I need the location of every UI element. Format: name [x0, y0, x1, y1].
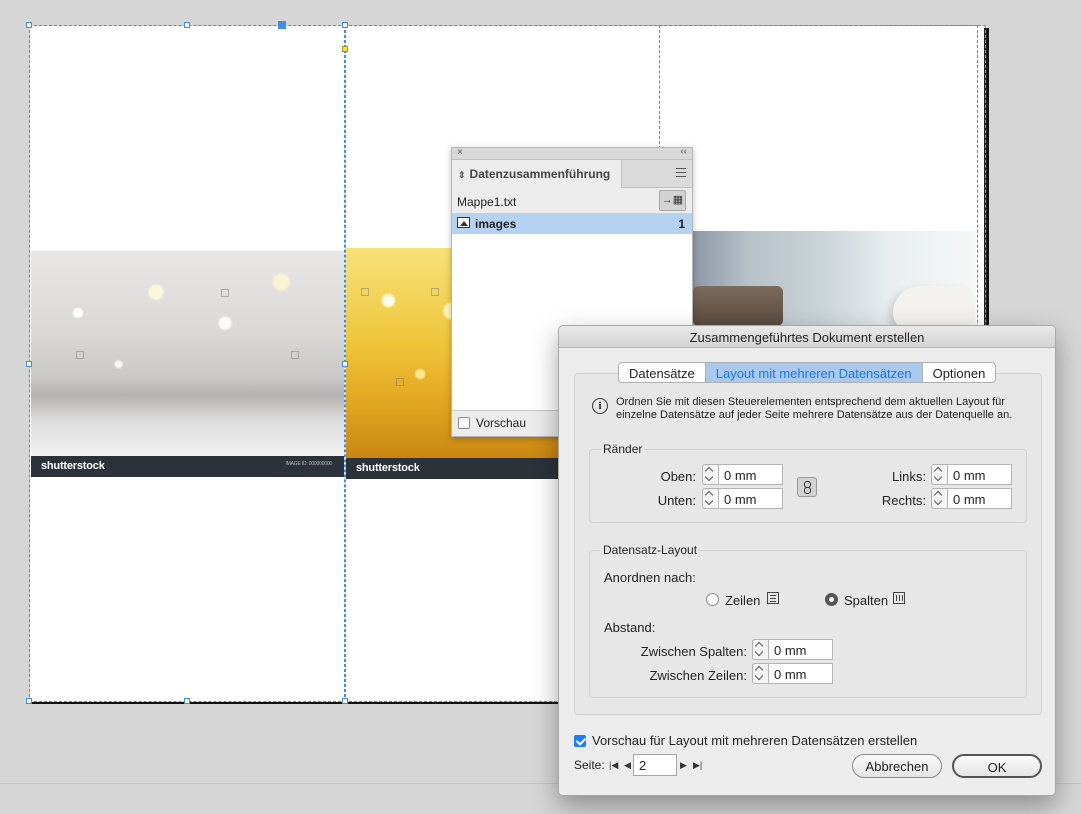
data-source-filename: Mappe1.txt: [457, 195, 517, 209]
margin-left-field[interactable]: 0 mm: [931, 464, 1012, 485]
between-columns-field[interactable]: 0 mm: [752, 639, 833, 660]
between-rows-input[interactable]: 0 mm: [768, 663, 833, 684]
between-columns-label: Zwischen Spalten:: [640, 644, 747, 659]
image-field-icon: [457, 217, 470, 228]
page-label: Seite:: [574, 758, 605, 772]
between-rows-field[interactable]: 0 mm: [752, 663, 833, 684]
columns-icon: [893, 592, 905, 604]
dialog-tabs: Datensätze Layout mit mehreren Datensätz…: [618, 362, 997, 383]
page-number-input[interactable]: 2: [633, 754, 677, 776]
margin-left-input[interactable]: 0 mm: [947, 464, 1012, 485]
arrange-columns-label: Spalten: [844, 593, 889, 608]
tab-records[interactable]: Datensätze: [619, 363, 706, 382]
tab-options[interactable]: Optionen: [923, 363, 996, 382]
arrange-rows-label: Zeilen: [725, 593, 761, 608]
text-frame-left[interactable]: [29, 25, 346, 702]
stepper-arrows-icon[interactable]: [702, 488, 718, 509]
panel-title: Datenzusammenführung: [469, 167, 611, 181]
tab-multiple-record-layout[interactable]: Layout mit mehreren Datensätzen: [705, 363, 923, 382]
multi-record-preview-checkbox[interactable]: [574, 735, 586, 747]
stepper-arrows-icon[interactable]: [752, 639, 768, 660]
margin-bottom-input[interactable]: 0 mm: [718, 488, 783, 509]
close-icon[interactable]: ×: [457, 147, 463, 158]
arrange-columns-radio[interactable]: [825, 593, 838, 606]
resize-handle[interactable]: [26, 22, 32, 28]
resize-handle[interactable]: [184, 22, 190, 28]
resize-handle[interactable]: [342, 698, 348, 704]
merge-target-icon: →▦: [661, 194, 684, 206]
stepper-arrows-icon[interactable]: [931, 464, 947, 485]
field-name: images: [475, 217, 517, 231]
field-count: 1: [678, 217, 685, 231]
preview-label: Vorschau: [476, 416, 527, 430]
last-page-icon[interactable]: ▶|: [693, 760, 702, 771]
cancel-button[interactable]: Abbrechen: [852, 754, 942, 778]
first-page-icon[interactable]: |◀: [609, 760, 618, 771]
margin-top-label: Oben:: [660, 469, 696, 484]
arrange-by-label: Anordnen nach:: [604, 570, 696, 585]
multi-record-preview-label: Vorschau für Layout mit mehreren Datensä…: [592, 733, 918, 748]
stepper-arrows-icon[interactable]: [931, 488, 947, 509]
margin-right-input[interactable]: 0 mm: [947, 488, 1012, 509]
margin-bottom-label: Unten:: [657, 493, 696, 508]
create-merged-document-button[interactable]: →▦: [659, 190, 686, 211]
resize-handle[interactable]: [184, 698, 190, 704]
panel-titlebar: × ‹‹: [452, 146, 692, 160]
between-columns-input[interactable]: 0 mm: [768, 639, 833, 660]
frame-out-port[interactable]: [342, 46, 348, 52]
create-merged-document-dialog: Zusammengeführtes Dokument erstellen Dat…: [558, 325, 1056, 796]
rows-icon: [767, 592, 779, 604]
field-row-images[interactable]: images 1: [452, 213, 692, 234]
preview-checkbox[interactable]: [458, 417, 470, 429]
margin-left-label: Links:: [892, 469, 926, 484]
panel-menu-icon[interactable]: [676, 168, 686, 177]
chevron-updown-icon: ⇕: [458, 170, 466, 180]
stepper-arrows-icon[interactable]: [702, 464, 718, 485]
info-text: Ordnen Sie mit diesen Steuerelementen en…: [616, 396, 1013, 421]
record-layout-group-title: Datensatz-Layout: [601, 543, 700, 557]
margin-bottom-field[interactable]: 0 mm: [702, 488, 783, 509]
margin-right-field[interactable]: 0 mm: [931, 488, 1012, 509]
margin-top-field[interactable]: 0 mm: [702, 464, 783, 485]
ok-button[interactable]: OK: [952, 754, 1042, 778]
collapse-icon[interactable]: ‹‹: [680, 146, 687, 157]
resize-handle[interactable]: [342, 22, 348, 28]
data-source-row: Mappe1.txt →▦: [452, 188, 692, 213]
resize-handle[interactable]: [342, 361, 348, 367]
resize-handle[interactable]: [26, 698, 32, 704]
resize-handle[interactable]: [278, 21, 286, 29]
info-icon: i: [592, 398, 608, 414]
arrange-rows-radio[interactable]: [706, 593, 719, 606]
dialog-title: Zusammengeführtes Dokument erstellen: [559, 326, 1055, 348]
link-margins-chain-icon[interactable]: [797, 477, 817, 497]
margin-right-label: Rechts:: [881, 493, 926, 508]
between-rows-label: Zwischen Zeilen:: [649, 668, 747, 683]
stepper-arrows-icon[interactable]: [752, 663, 768, 684]
resize-handle[interactable]: [26, 361, 32, 367]
panel-tab-data-merge[interactable]: ⇕ Datenzusammenführung: [452, 160, 622, 188]
multi-record-preview-row: Vorschau für Layout mit mehreren Datensä…: [574, 733, 917, 748]
previous-page-icon[interactable]: ◀: [624, 760, 631, 771]
panel-tabbar: ⇕ Datenzusammenführung: [452, 160, 692, 188]
next-page-icon[interactable]: ▶: [680, 760, 687, 771]
margins-group-title: Ränder: [601, 442, 645, 456]
margin-top-input[interactable]: 0 mm: [718, 464, 783, 485]
spacing-label: Abstand:: [604, 620, 656, 635]
